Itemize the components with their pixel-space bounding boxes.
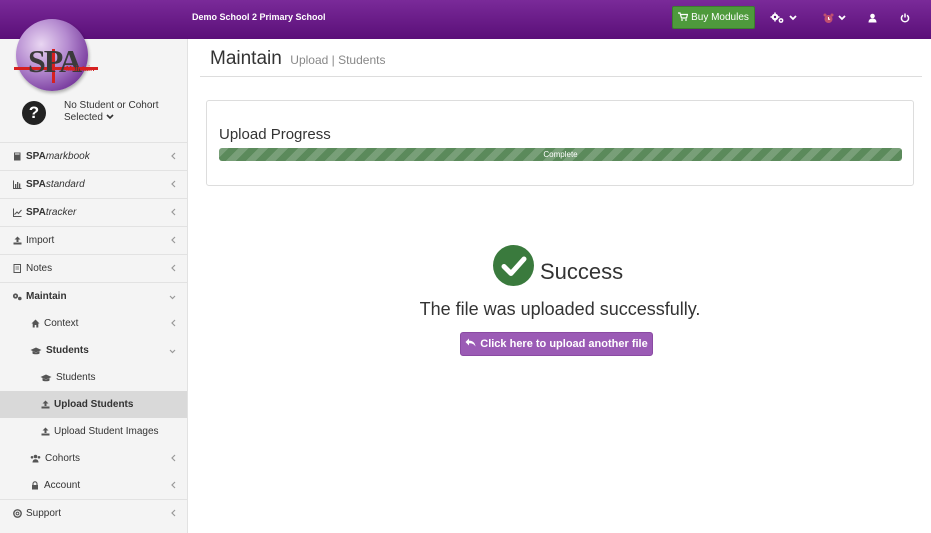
sidebar-item-maintain[interactable]: Maintain [0, 282, 187, 310]
chevron-left-icon [171, 319, 176, 330]
chevron-down-icon [169, 292, 176, 303]
sidebar: SPA Maintain ? No Student or Cohort Sele… [0, 19, 188, 533]
logo-subtitle: Maintain [66, 66, 95, 73]
buy-modules-button[interactable]: Buy Modules [672, 6, 755, 29]
chevron-left-icon [171, 454, 176, 465]
chevron-left-icon [171, 180, 176, 191]
chevron-left-icon [171, 236, 176, 247]
success-label: Success [540, 258, 624, 284]
upload-icon [40, 400, 50, 410]
chevron-down-icon [106, 112, 114, 124]
power-icon [900, 13, 910, 23]
chevron-left-icon [171, 208, 176, 219]
settings-menu[interactable] [770, 10, 797, 26]
user-icon [868, 13, 877, 23]
upload-icon [40, 427, 50, 437]
sidebar-item-label: Import [26, 235, 55, 246]
sidebar-item-label: Students [56, 372, 96, 383]
top-navbar: Demo School 2 Primary School Buy Modules [0, 0, 931, 39]
sidebar-item-students[interactable]: Students [0, 364, 187, 391]
sidebar-item-import[interactable]: Import [0, 226, 187, 254]
chevron-left-icon [171, 152, 176, 163]
upload-another-label: Click here to upload another file [480, 338, 648, 350]
sidebar-item-label: Context [44, 318, 79, 329]
sidebar-item-spamarkbook[interactable]: SPAmarkbook [0, 142, 187, 170]
users-icon [30, 454, 41, 464]
chevron-left-icon [171, 264, 176, 275]
sidebar-item-label: Account [44, 480, 81, 491]
sidebar-nav: SPAmarkbook SPAstandard SPAtracker Impor… [0, 142, 187, 527]
progress-status: Complete [543, 150, 578, 159]
upload-progress-bar: Complete [219, 148, 902, 161]
cogs-icon [12, 292, 22, 302]
spa-logo[interactable]: SPA Maintain [14, 19, 104, 99]
graduation-cap-icon [30, 346, 42, 356]
notes-icon [12, 264, 22, 274]
cohort-selector[interactable]: ? No Student or Cohort Selected [0, 97, 187, 143]
sidebar-item-label: SPAtracker [26, 207, 77, 218]
chevron-left-icon [171, 481, 176, 492]
reply-icon [465, 338, 476, 350]
alarm-icon [823, 13, 834, 24]
sidebar-item-students-group[interactable]: Students [0, 337, 187, 364]
chevron-down-icon [838, 15, 846, 21]
user-menu[interactable] [868, 10, 877, 26]
logo-text: SPA [28, 43, 82, 79]
progress-fill: Complete [219, 148, 902, 161]
alarm-menu[interactable] [823, 10, 846, 26]
header-divider [200, 76, 922, 77]
sidebar-item-support[interactable]: Support [0, 499, 187, 527]
chevron-down-icon [169, 346, 176, 357]
school-name: Demo School 2 Primary School [192, 12, 326, 22]
upload-progress-title: Upload Progress [219, 126, 331, 143]
sidebar-item-label: SPAstandard [26, 179, 85, 190]
sidebar-item-label: Notes [26, 263, 53, 274]
chevron-left-icon [171, 509, 176, 520]
sidebar-item-upload-student-images[interactable]: Upload Student Images [0, 418, 187, 445]
logout-button[interactable] [900, 10, 910, 26]
settings-icon [770, 12, 785, 24]
sidebar-item-label: Cohorts [45, 453, 81, 464]
cohort-line1: No Student or Cohort [64, 100, 159, 111]
page-breadcrumb: Upload | Students [290, 53, 386, 67]
sidebar-item-spatracker[interactable]: SPAtracker [0, 198, 187, 226]
page-header: Maintain Upload | Students [210, 48, 385, 70]
upload-progress-panel: Upload Progress Complete [206, 100, 914, 186]
cart-icon [678, 11, 689, 24]
sidebar-item-label: Support [26, 508, 62, 519]
book-icon [12, 152, 22, 162]
sidebar-item-label: Maintain [26, 291, 67, 302]
buy-modules-label: Buy Modules [691, 12, 749, 23]
upload-another-button[interactable]: Click here to upload another file [460, 332, 653, 356]
sidebar-item-spastandard[interactable]: SPAstandard [0, 170, 187, 198]
bar-chart-icon [12, 180, 22, 190]
graduation-cap-icon [40, 373, 52, 383]
sidebar-item-label: SPAmarkbook [26, 151, 90, 162]
chevron-down-icon [789, 15, 797, 21]
success-heading: Success [493, 245, 623, 286]
sidebar-item-upload-students[interactable]: Upload Students [0, 391, 187, 418]
lock-icon [30, 481, 40, 491]
question-icon: ? [22, 101, 46, 125]
check-circle-icon [493, 245, 534, 286]
home-icon [30, 319, 40, 329]
upload-icon [12, 236, 22, 246]
success-message: The file was uploaded successfully. [419, 299, 701, 319]
page-title: Maintain [210, 48, 282, 69]
sidebar-item-context[interactable]: Context [0, 310, 187, 337]
line-chart-icon [12, 208, 22, 218]
sidebar-item-account[interactable]: Account [0, 472, 187, 499]
sidebar-item-label: Upload Student Images [54, 426, 159, 437]
sidebar-item-notes[interactable]: Notes [0, 254, 187, 282]
sidebar-item-cohorts[interactable]: Cohorts [0, 445, 187, 472]
life-ring-icon [12, 509, 22, 519]
cohort-line2: Selected [64, 112, 103, 123]
sidebar-item-label: Students [46, 345, 89, 356]
sidebar-item-label: Upload Students [54, 399, 134, 410]
